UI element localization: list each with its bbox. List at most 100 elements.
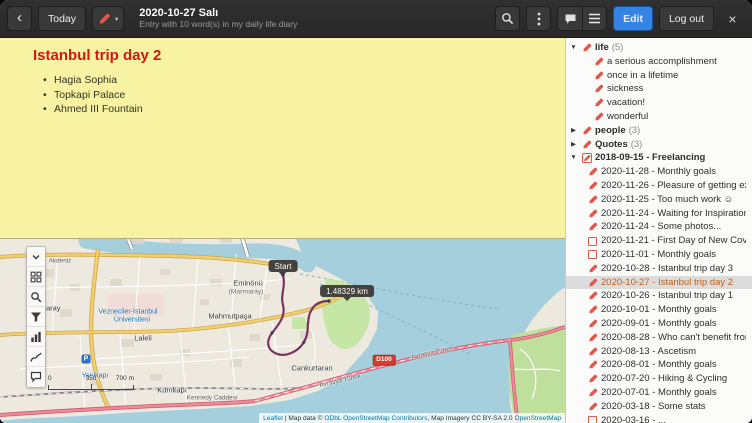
expander-icon[interactable]: ▶ [569,138,578,152]
tree-row[interactable]: vacation! [566,96,752,110]
logout-button[interactable]: Log out [659,6,714,31]
expander-icon[interactable]: ▶ [569,124,578,138]
tree-row-label: 2020-09-01 - Monthly goals [601,317,717,331]
entry-type-icon [587,374,598,385]
funnel-icon [30,311,42,323]
tree-row[interactable]: 2020-03-18 - Some stats [566,400,752,414]
tree-row[interactable]: 2020-11-24 - Some photos... [566,220,752,234]
tree-row[interactable]: 2020-07-01 - Monthly goals [566,386,752,400]
scale-max: 700 m [116,375,134,382]
entry-type-icon [593,111,604,122]
headerbar-title-block: 2020-10-27 Salı Entry with 10 word(s) in… [139,7,297,30]
tree-row[interactable]: 2020-10-01 - Monthly goals [566,303,752,317]
tree-row[interactable]: 2020-11-25 - Too much work ☺ [566,193,752,207]
close-window-button[interactable]: × [720,6,745,31]
search-button[interactable] [495,6,520,31]
tree-row-label: sickness [607,82,643,96]
edit-button[interactable]: Edit [613,6,653,31]
tree-row[interactable]: 2020-07-20 - Hiking & Cycling [566,372,752,386]
map-scale: 0 350 700 m [48,375,134,391]
tree-row[interactable]: ▶ Quotes (3) [566,138,752,152]
tree-row[interactable]: 2020-08-28 - Who can't benefit from ... [566,331,752,345]
tree-row[interactable]: 2020-10-27 - Istanbul trip day 2 [566,276,752,290]
attribution-segment[interactable]: , Map Imagery CC BY-SA 2.0 [427,415,514,422]
entry-type-icon [587,236,598,247]
hamburger-icon [588,13,601,24]
comments-button[interactable] [557,6,582,31]
tree-row[interactable]: 2020-10-26 - Istanbul trip day 1 [566,289,752,303]
tree-row[interactable]: 2020-09-01 - Monthly goals [566,317,752,331]
map-panel[interactable]: AkdenizEminönü(Marmaray)MahmutpaşaVeznec… [0,238,565,423]
tree-row-label: 2020-11-24 - Some photos... [601,220,721,234]
tree-row[interactable]: a serious accomplishment [566,55,752,69]
expander-icon[interactable]: ▼ [569,41,578,55]
tree-row[interactable]: 2020-11-26 - Pleasure of getting exac... [566,179,752,193]
tree-row-label: 2020-11-25 - Too much work ☺ [601,193,733,207]
comment-icon [564,13,577,25]
entry-type-icon [581,139,592,150]
tree-row[interactable]: 2020-11-21 - First Day of New Covid R... [566,234,752,248]
today-button[interactable]: Today [38,6,86,31]
tree-row[interactable]: 2020-11-24 - Waiting for Inspiration... [566,207,752,221]
filter-button[interactable] [27,307,45,327]
elevation-profile-button[interactable] [27,347,45,367]
sidebar-tree[interactable]: ▼ life (5) a serious accomplishment once… [565,38,752,423]
tree-row-label: life [595,41,609,55]
search-icon [501,12,514,25]
main-menu-button[interactable] [582,6,607,31]
chart-button[interactable] [27,327,45,347]
tree-row-label: 2020-10-27 - Istanbul trip day 2 [601,276,733,290]
entry-edit-menu-button[interactable]: ▾ [92,6,124,31]
tree-row[interactable]: 2020-11-28 - Monthly goals [566,165,752,179]
comment-map-button[interactable] [27,367,45,387]
edit-label: Edit [623,13,643,25]
scale-mid: 350 [86,375,97,382]
tree-row[interactable]: ▶ people (3) [566,124,752,138]
back-button[interactable]: ‹ [7,6,32,31]
attribution-segment[interactable]: Leaflet [263,415,283,422]
entry-text-panel[interactable]: Istanbul trip day 2 Hagia SophiaTopkapi … [0,38,565,238]
window-subtitle: Entry with 10 word(s) in my daily life.d… [139,20,297,30]
layers-button[interactable] [27,267,45,287]
entry-type-icon [587,167,598,178]
tree-row[interactable]: wonderful [566,110,752,124]
tree-row-count: (3) [631,138,643,152]
tree-row[interactable]: once in a lifetime [566,69,752,83]
tree-row-label: 2020-11-28 - Monthly goals [601,165,716,179]
attribution-segment[interactable]: ODbL OpenStreetMap Contributors [324,415,427,422]
road-shield-d100: D100 [373,355,396,366]
logout-label: Log out [669,13,704,25]
tree-row[interactable]: sickness [566,82,752,96]
entry-type-icon [587,194,598,205]
attribution-segment[interactable]: | Map data © [283,415,324,422]
app-body: Istanbul trip day 2 Hagia SophiaTopkapi … [0,38,752,423]
tree-row-label: 2020-08-01 - Monthly goals [601,358,717,372]
curve-icon [30,351,42,363]
entry-bullet-item: Ahmed III Fountain [43,102,549,117]
kebab-menu-button[interactable] [526,6,551,31]
tree-row[interactable]: ▼ life (5) [566,41,752,55]
tree-row-label: 2020-07-20 - Hiking & Cycling [601,372,727,386]
expander-icon[interactable]: ▼ [569,151,578,165]
bar-chart-icon [30,331,42,343]
tree-row-label: 2020-08-13 - Ascetism [601,345,696,359]
window-title: 2020-10-27 Salı [139,7,297,20]
tree-row[interactable]: 2020-03-16 - ... [566,414,752,423]
attribution-segment[interactable]: OpenStreetMap [514,415,561,422]
tree-row[interactable]: 2020-11-01 - Monthly goals [566,248,752,262]
entry-type-icon [587,263,598,274]
entry-type-icon [587,222,598,233]
entry-type-icon [587,291,598,302]
tree-row-count: (3) [629,124,641,138]
collapse-map-button[interactable] [27,247,45,267]
tree-row-label: 2020-07-01 - Monthly goals [601,386,717,400]
map-toolbar [26,246,46,388]
entry-bullet-item: Hagia Sophia [43,73,549,88]
tree-row[interactable]: ▼ 2018-09-15 - Freelancing [566,151,752,165]
entry-type-icon [587,415,598,423]
tree-row[interactable]: 2020-10-28 - Istanbul trip day 3 [566,262,752,276]
tree-row[interactable]: 2020-08-13 - Ascetism [566,345,752,359]
tree-row-label: 2020-03-18 - Some stats [601,400,706,414]
tree-row[interactable]: 2020-08-01 - Monthly goals [566,358,752,372]
zoom-button[interactable] [27,287,45,307]
